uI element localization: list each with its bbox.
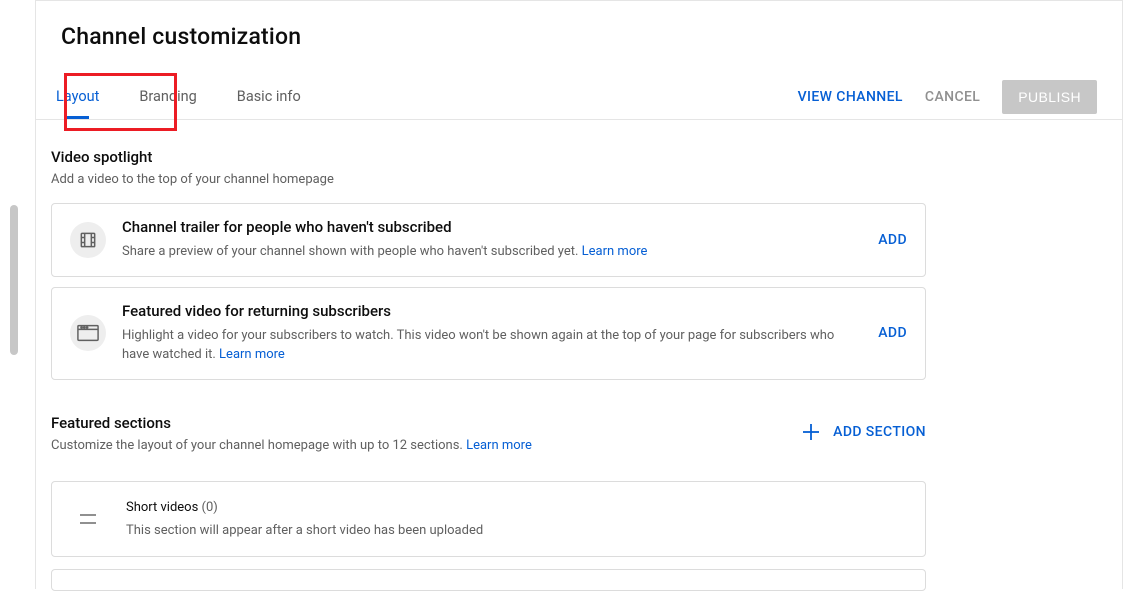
featured-sections-title: Featured sections <box>51 414 532 432</box>
trailer-add-button[interactable]: ADD <box>864 232 907 248</box>
tabs: Layout Branding Basic info <box>36 75 321 119</box>
videos-section-card: Videos (0) <box>51 569 926 591</box>
section-body: Videos (0) <box>126 590 907 591</box>
featured-sections-desc: Customize the layout of your channel hom… <box>51 438 532 453</box>
publish-button[interactable]: PUBLISH <box>1002 80 1097 114</box>
featured-sections-desc-text: Customize the layout of your channel hom… <box>51 438 466 453</box>
card-body: Channel trailer for people who haven't s… <box>122 218 864 262</box>
featured-title: Featured video for returning subscribers <box>122 302 864 320</box>
main-panel: Channel customization Layout Branding Ba… <box>35 0 1123 589</box>
videos-label: Videos <box>126 590 169 591</box>
trailer-learn-more-link[interactable]: Learn more <box>582 244 648 259</box>
videos-title: Videos (0) <box>126 590 907 591</box>
featured-sections-learn-more-link[interactable]: Learn more <box>466 438 532 453</box>
tab-basic-info[interactable]: Basic info <box>217 75 321 119</box>
tab-row: Layout Branding Basic info VIEW CHANNEL … <box>36 75 1122 120</box>
scrollbar-thumb[interactable] <box>10 205 18 355</box>
video-frame-icon <box>70 315 106 351</box>
tab-layout[interactable]: Layout <box>36 75 119 119</box>
page-title: Channel customization <box>36 23 1122 50</box>
short-videos-count: (0) <box>202 500 218 515</box>
featured-learn-more-link[interactable]: Learn more <box>219 347 285 362</box>
featured-sections-head-text: Featured sections Customize the layout o… <box>51 414 532 469</box>
plus-icon <box>799 420 823 444</box>
add-section-button[interactable]: ADD SECTION <box>799 420 926 444</box>
actions-group: VIEW CHANNEL CANCEL PUBLISH <box>798 80 1097 114</box>
short-videos-label: Short videos <box>126 500 202 515</box>
film-strip-icon <box>70 222 106 258</box>
featured-sections-header: Featured sections Customize the layout o… <box>51 414 926 469</box>
featured-video-card: Featured video for returning subscribers… <box>51 287 926 380</box>
short-videos-title: Short videos (0) <box>126 500 907 515</box>
short-videos-section-card: Short videos (0) This section will appea… <box>51 481 926 557</box>
tab-branding[interactable]: Branding <box>119 75 216 119</box>
videos-count: (0) <box>169 590 185 591</box>
video-spotlight-desc: Add a video to the top of your channel h… <box>51 172 1107 187</box>
card-body: Featured video for returning subscribers… <box>122 302 864 365</box>
add-section-label: ADD SECTION <box>833 424 926 440</box>
featured-add-button[interactable]: ADD <box>864 325 907 341</box>
content-area: Video spotlight Add a video to the top o… <box>36 120 1122 591</box>
section-body: Short videos (0) This section will appea… <box>126 500 907 538</box>
trailer-title: Channel trailer for people who haven't s… <box>122 218 864 236</box>
trailer-desc: Share a preview of your channel shown wi… <box>122 242 864 262</box>
cancel-button[interactable]: CANCEL <box>925 89 980 105</box>
featured-desc: Highlight a video for your subscribers t… <box>122 326 864 365</box>
video-spotlight-title: Video spotlight <box>51 148 1107 166</box>
drag-handle-icon[interactable] <box>80 514 96 524</box>
short-videos-desc: This section will appear after a short v… <box>126 523 907 538</box>
channel-trailer-card: Channel trailer for people who haven't s… <box>51 203 926 277</box>
trailer-desc-text: Share a preview of your channel shown wi… <box>122 244 582 259</box>
view-channel-link[interactable]: VIEW CHANNEL <box>798 89 903 105</box>
